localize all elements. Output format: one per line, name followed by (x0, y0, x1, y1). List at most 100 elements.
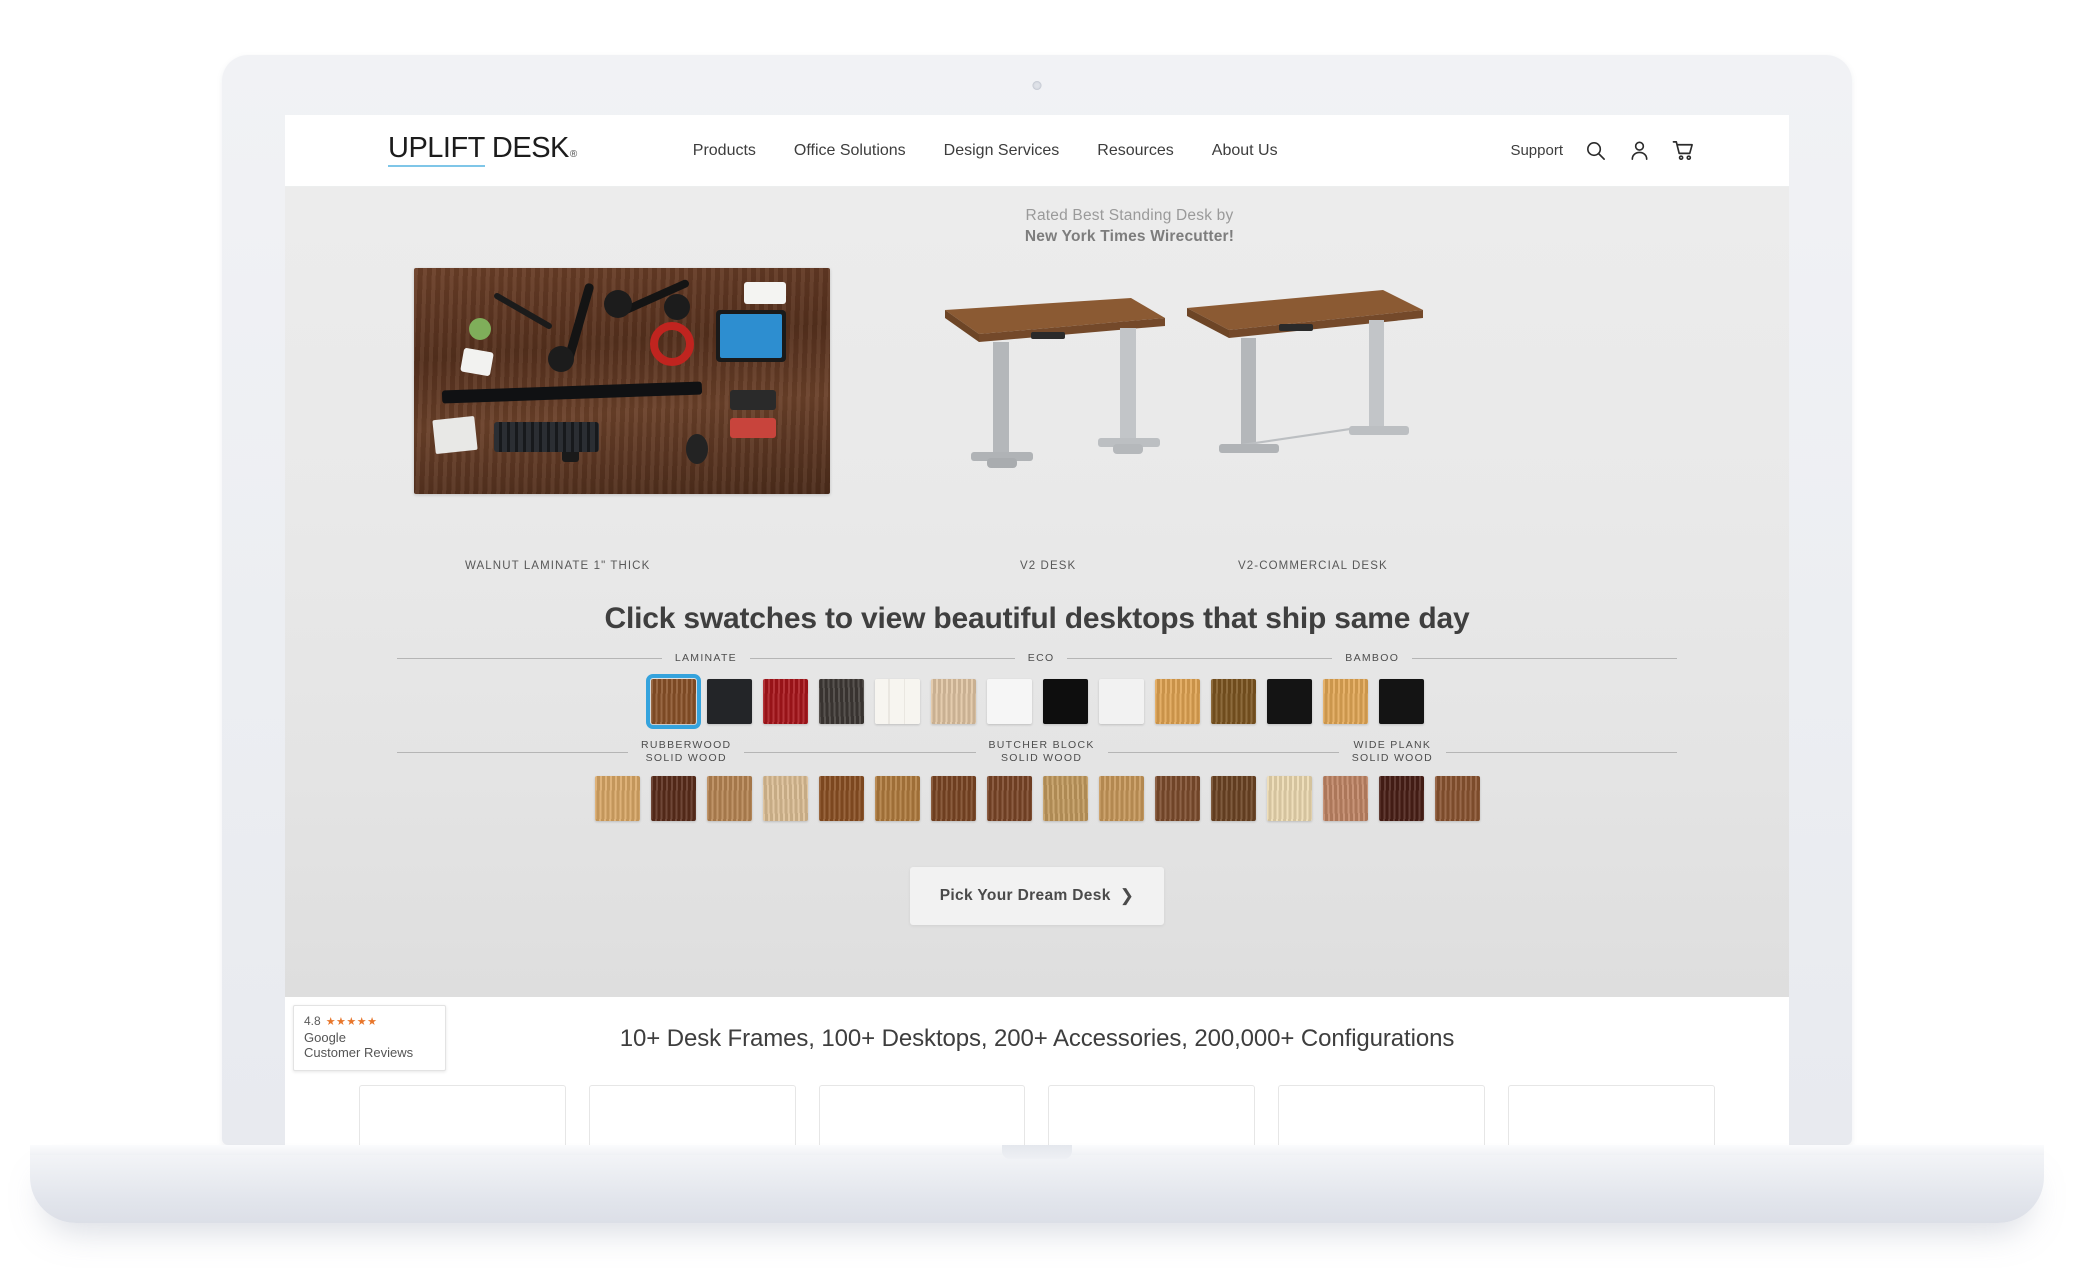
lamp-base-icon (460, 347, 494, 377)
red-remote-icon (730, 418, 776, 438)
google-customer-reviews-badge[interactable]: 4.8 ★★★★★ Google Customer Reviews (293, 1005, 446, 1071)
hero-product-images (285, 262, 1789, 562)
product-card[interactable] (818, 1085, 1026, 1145)
swatch-headline: Click swatches to view beautiful desktop… (604, 602, 1470, 635)
category-label-line2: SOLID WOOD (1000, 752, 1083, 765)
swatch-bamboo-dark[interactable] (1210, 679, 1256, 724)
support-link[interactable]: Support (1510, 142, 1563, 159)
divider (397, 751, 629, 753)
search-icon[interactable] (1584, 139, 1607, 162)
headphones-icon (650, 322, 694, 366)
speaker-icon (604, 290, 632, 318)
swatch-wide-plank-cherry[interactable] (1322, 776, 1368, 821)
v2-commercial-desk-image[interactable] (1173, 286, 1433, 508)
chevron-right-icon: ❯ (1119, 886, 1135, 905)
configurations-section: 10+ Desk Frames, 100+ Desktops, 200+ Acc… (285, 997, 1789, 1145)
plant-icon (469, 318, 491, 340)
swatch-bamboo-natural[interactable] (1154, 679, 1200, 724)
keyboard-icon (494, 422, 599, 452)
desk-lamp-icon (492, 291, 554, 331)
swatch-eco-black[interactable] (1042, 679, 1088, 724)
nav-item-products[interactable]: Products (693, 142, 756, 160)
nav-item-office-solutions[interactable]: Office Solutions (794, 142, 906, 160)
nav-item-resources[interactable]: Resources (1097, 142, 1173, 160)
swatch-butcher-block-knotty[interactable] (818, 776, 864, 821)
product-card[interactable] (588, 1085, 796, 1145)
cart-icon[interactable] (1672, 139, 1695, 162)
nav-item-design-services[interactable]: Design Services (944, 142, 1060, 160)
pick-your-dream-desk-button[interactable]: Pick Your Dream Desk ❯ (909, 867, 1165, 925)
site-header: UPLIFT DESK ® Products Office Solutions … (285, 115, 1789, 187)
webcam-icon (1032, 81, 1042, 90)
tablet-icon (716, 310, 786, 362)
swatch-walnut-laminate[interactable] (645, 674, 701, 729)
v2-desk-image[interactable] (935, 292, 1175, 507)
category-label-butcher-block: BUTCHER BLOCK SOLID WOOD (976, 739, 1108, 765)
swatch-bamboo-black[interactable] (1266, 679, 1312, 724)
swatch-black-laminate[interactable] (706, 679, 752, 724)
swatch-butcher-block-dark[interactable] (986, 776, 1032, 821)
swatch-butcher-block-mixed[interactable] (706, 776, 752, 821)
category-label-line1: BUTCHER BLOCK (988, 739, 1095, 751)
swatch-swatch-sample-card[interactable] (874, 679, 920, 724)
product-card[interactable] (1278, 1085, 1486, 1145)
swatch-bamboo-light[interactable] (1322, 679, 1368, 724)
category-label-wide-plank: WIDE PLANK SOLID WOOD (1339, 739, 1446, 765)
swatch-eco-white[interactable] (1098, 679, 1144, 724)
remote-icon (730, 390, 776, 410)
swatch-rubberwood-espresso[interactable] (650, 776, 696, 821)
product-card-row (359, 1085, 1715, 1145)
uplift-desk-logo[interactable]: UPLIFT DESK ® (388, 134, 578, 167)
walnut-desk-overhead-photo[interactable] (414, 268, 830, 494)
swatch-wide-plank-espresso[interactable] (1378, 776, 1424, 821)
star-rating-icon: ★★★★★ (325, 1015, 378, 1028)
account-icon[interactable] (1628, 139, 1651, 162)
divider (1107, 751, 1339, 753)
swatch-light-maple-laminate[interactable] (930, 679, 976, 724)
swatch-wide-plank-acacia[interactable] (1210, 776, 1256, 821)
product-card[interactable] (359, 1085, 566, 1145)
category-label-bamboo: BAMBOO (1345, 652, 1400, 664)
white-accessory-icon (744, 282, 786, 304)
cta-container: Pick Your Dream Desk ❯ (285, 867, 1789, 925)
category-label-rubberwood: RUBBERWOOD SOLID WOOD (628, 739, 744, 765)
award-callout: Rated Best Standing Desk by New York Tim… (285, 207, 1789, 246)
hero-label-v2-desk: V2 DESK (1020, 560, 1077, 572)
hero-label-walnut: WALNUT LAMINATE 1" THICK (465, 560, 651, 572)
screenshot-stage: UPLIFT DESK ® Products Office Solutions … (0, 0, 2074, 1268)
product-card[interactable] (1508, 1085, 1715, 1145)
swatch-white-laminate[interactable] (986, 679, 1032, 724)
laptop-notch (1002, 1145, 1072, 1159)
laptop-base (30, 1145, 2044, 1223)
desk-organizer-icon (432, 415, 478, 455)
badge-line-google: Google (304, 1030, 346, 1045)
logo-word-uplift: UPLIFT (388, 134, 485, 167)
swatch-category-row-1: LAMINATE ECO BAMBOO (397, 652, 1678, 665)
hero-image-labels: WALNUT LAMINATE 1" THICK V2 DESK V2-COMM… (285, 560, 1789, 582)
swatch-butcher-block-light[interactable] (762, 776, 808, 821)
speaker-icon (664, 294, 690, 320)
swatch-wide-plank-hickory[interactable] (1098, 776, 1144, 821)
category-label-laminate: LAMINATE (674, 652, 737, 664)
swatch-wide-plank-mixed-light[interactable] (1042, 776, 1088, 821)
swatch-category-row-2: RUBBERWOOD SOLID WOOD BUTCHER BLOCK SOLI… (397, 739, 1678, 765)
swatch-wide-plank-walnut[interactable] (1154, 776, 1200, 821)
swatch-red-laminate[interactable] (762, 679, 808, 724)
swatch-bamboo-ebony[interactable] (1378, 679, 1424, 724)
divider (1445, 751, 1678, 753)
swatch-wide-plank-maple[interactable] (1266, 776, 1312, 821)
swatch-rubberwood-natural[interactable] (594, 776, 640, 821)
nav-item-about-us[interactable]: About Us (1212, 142, 1278, 160)
swatch-wide-plank-mahogany[interactable] (1434, 776, 1480, 821)
main-navigation: Products Office Solutions Design Service… (693, 142, 1278, 160)
product-card[interactable] (1048, 1085, 1256, 1145)
swatch-dark-gray-laminate[interactable] (818, 679, 864, 724)
divider (1067, 658, 1333, 660)
hero-label-v2-commercial: V2-COMMERCIAL DESK (1238, 560, 1388, 572)
swatch-butcher-block-walnut[interactable] (930, 776, 976, 821)
swatch-butcher-block-herringbone[interactable] (874, 776, 920, 821)
category-label-line1: RUBBERWOOD (641, 739, 732, 751)
rating-score: 4.8 (304, 1014, 321, 1028)
award-line-1: Rated Best Standing Desk by (1025, 207, 1234, 224)
swatch-row-solid-wood (285, 776, 1789, 821)
